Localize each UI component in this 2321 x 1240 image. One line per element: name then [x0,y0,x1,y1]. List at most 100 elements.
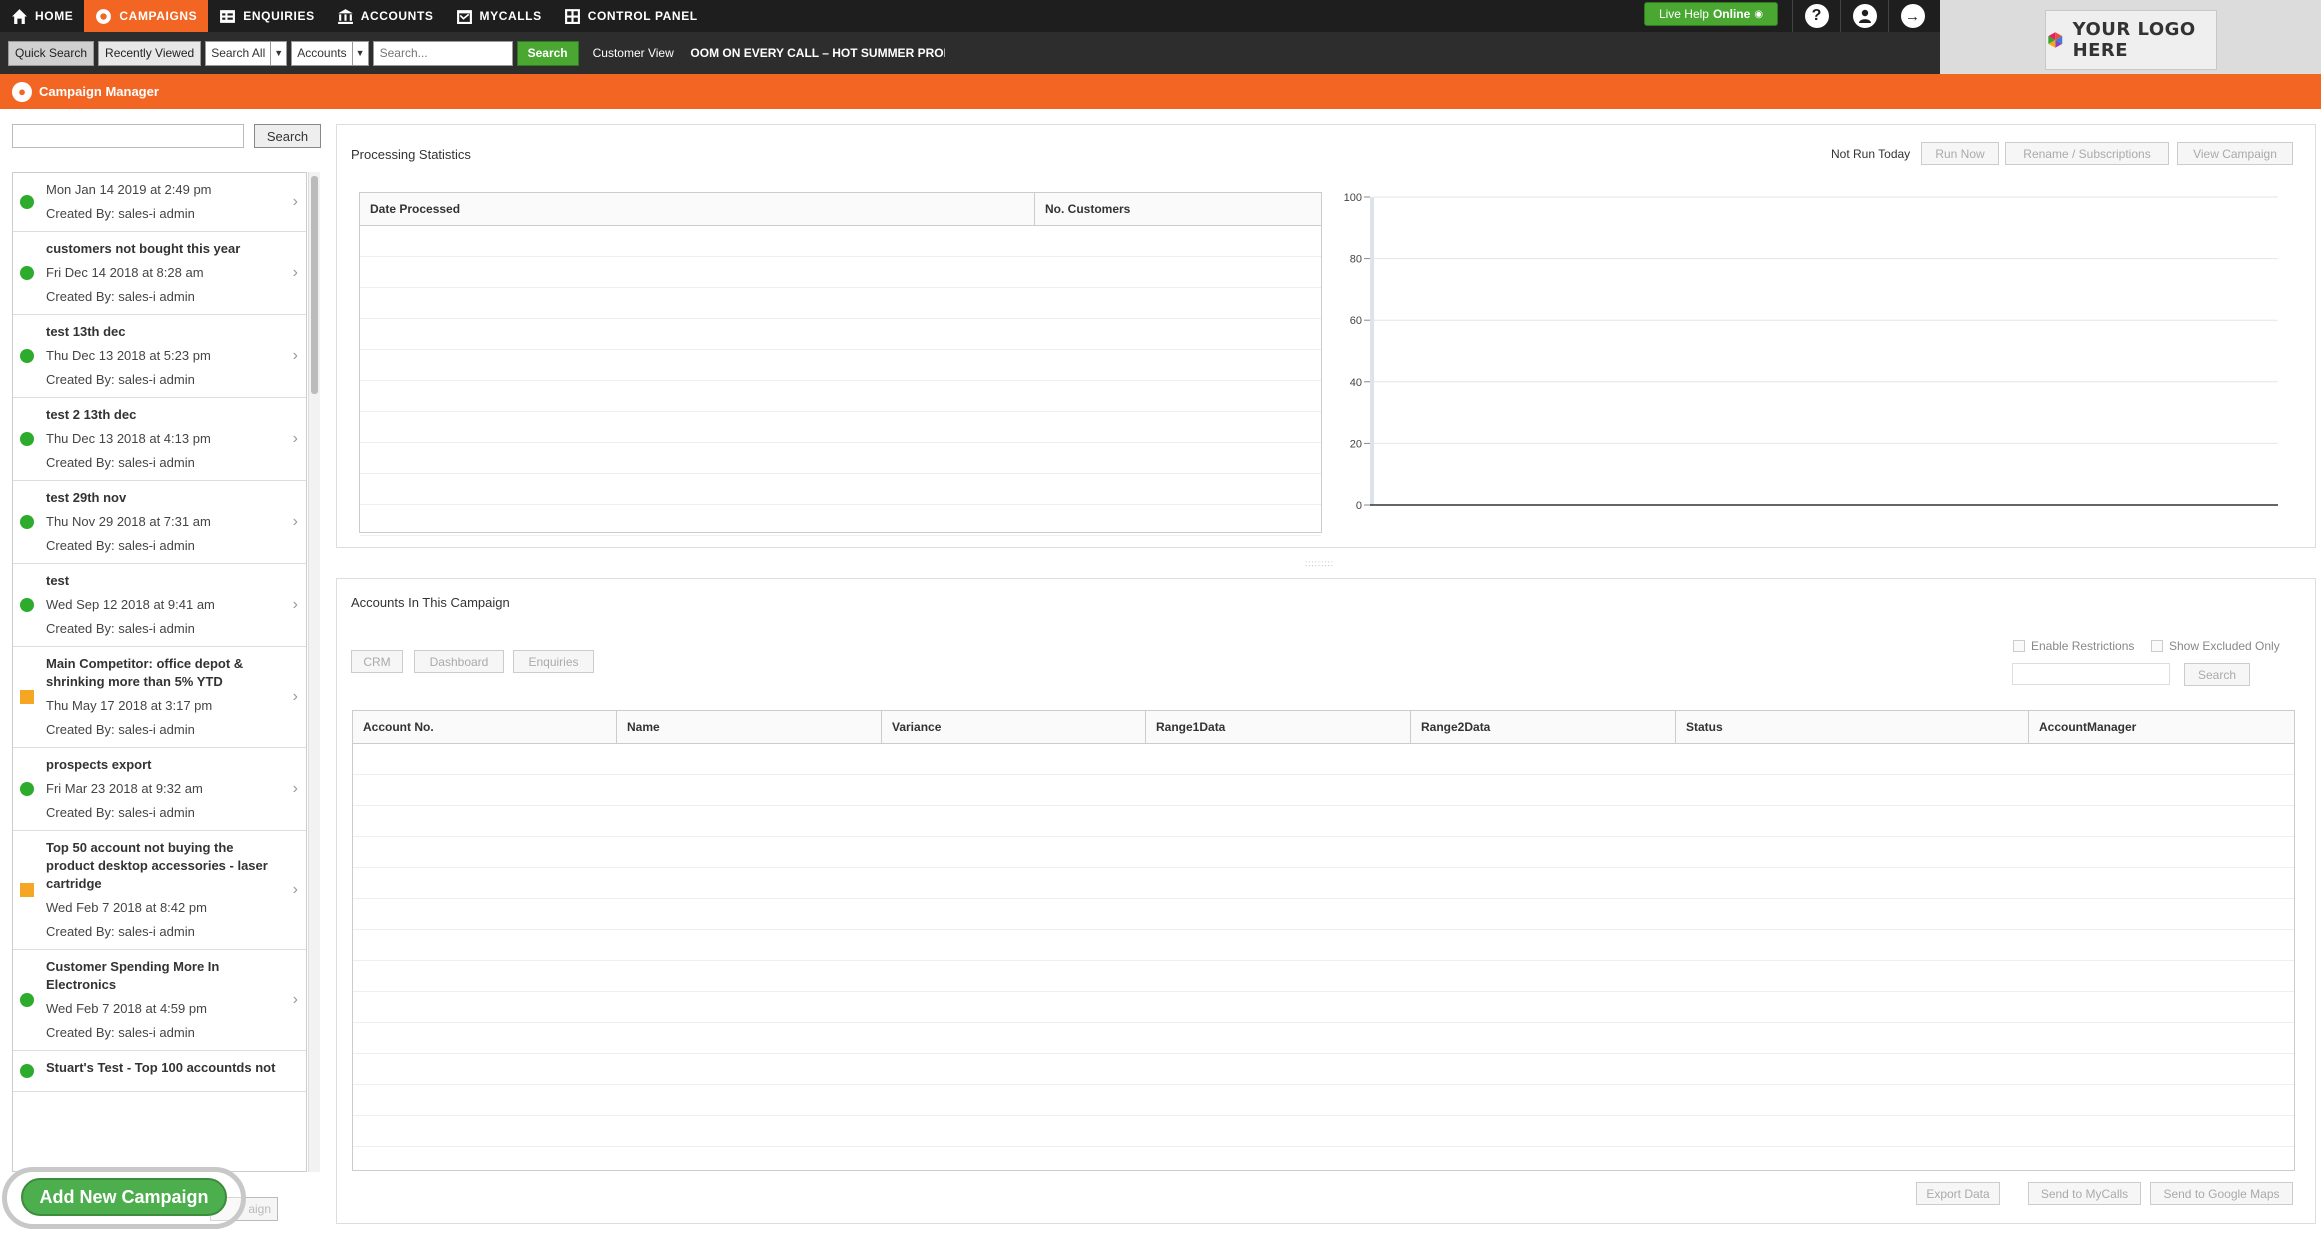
bank-icon [337,8,353,24]
show-excluded-toggle[interactable]: Show Excluded Only [2151,639,2280,653]
table-row [360,381,1321,412]
campaign-name: Top 50 account not buying the product de… [46,840,268,891]
quick-search-button[interactable]: Quick Search [8,40,95,66]
table-header: Date Processed No. Customers [360,193,1321,226]
campaign-created-by: Created By: sales-i admin [46,372,195,387]
nav-control-panel[interactable]: CONTROL PANEL [553,0,709,32]
send-to-google-maps-button[interactable]: Send to Google Maps [2150,1182,2293,1205]
processing-statistics-panel: Processing Statistics Not Run Today Run … [336,124,2316,548]
live-help-button[interactable]: Live Help Online ◉ [1644,2,1778,26]
show-excluded-label: Show Excluded Only [2169,639,2280,653]
logo-mark-icon [2048,32,2063,48]
table-row [353,930,2294,961]
column-header[interactable]: Account No. [353,711,617,743]
enable-restrictions-toggle[interactable]: Enable Restrictions [2013,639,2134,653]
column-header[interactable]: Name [617,711,882,743]
campaign-list-item[interactable]: test 13th dec Thu Dec 13 2018 at 5:23 pm C… [13,315,306,398]
search-type-select[interactable]: Accounts ▼ [291,40,369,66]
view-campaign-button[interactable]: View Campaign [2177,142,2293,165]
help-button[interactable]: ? [1792,0,1840,32]
user-button[interactable] [1840,0,1888,32]
campaign-created-by: Created By: sales-i admin [46,289,195,304]
global-search-button[interactable]: Search [516,40,579,66]
active-status-icon [20,782,34,796]
global-search-input[interactable] [372,40,513,66]
table-row [360,412,1321,443]
campaign-list-item[interactable]: test 2 13th dec Thu Dec 13 2018 at 4:13 p… [13,398,306,481]
accounts-in-campaign-panel: Accounts In This Campaign CRM Dashboard … [336,578,2316,1224]
rename-subscriptions-button[interactable]: Rename / Subscriptions [2005,142,2169,165]
table-icon [220,9,236,23]
y-tick-label: 60 [1350,315,1362,327]
campaign-list-item[interactable]: Top 50 account not buying the product de… [13,831,306,950]
campaign-list-item[interactable]: Stuart's Test - Top 100 accountds not [13,1051,306,1092]
show-excluded-checkbox[interactable] [2151,640,2163,652]
send-to-mycalls-button[interactable]: Send to MyCalls [2028,1182,2141,1205]
warning-status-icon [20,883,34,897]
customer-view-link[interactable]: Customer View [593,46,674,60]
grid-icon [564,8,580,24]
campaign-list-item[interactable]: test 29th nov Thu Nov 29 2018 at 7:31 am C… [13,481,306,564]
column-header[interactable]: Date Processed [360,193,1035,225]
campaign-search-input[interactable] [12,124,244,148]
table-row [353,1116,2294,1147]
nav-campaigns[interactable]: CAMPAIGNS [84,0,209,32]
table-row [353,775,2294,806]
crm-button[interactable]: CRM [351,650,403,673]
campaign-name: test 13th dec [46,324,126,339]
nav-mycalls[interactable]: MYCALLS [445,0,553,32]
logout-button[interactable]: → [1888,0,1936,32]
column-header[interactable]: Range1Data [1146,711,1411,743]
campaign-list-item[interactable]: test Wed Sep 12 2018 at 9:41 am Created By… [13,564,306,647]
campaign-icon [96,8,112,24]
table-row [353,961,2294,992]
column-header[interactable]: Range2Data [1411,711,1676,743]
enable-restrictions-checkbox[interactable] [2013,640,2025,652]
nav-enquiries-label: ENQUIRIES [243,9,315,23]
column-header[interactable]: Variance [882,711,1146,743]
table-row [353,1085,2294,1116]
online-indicator-icon: ◉ [1754,8,1764,20]
column-header[interactable]: AccountManager [2029,711,2294,743]
table-body [360,226,1321,536]
table-row [353,868,2294,899]
table-row [353,744,2294,775]
enquiries-button[interactable]: Enquiries [513,650,594,673]
nav-home[interactable]: HOME [0,0,84,32]
chevron-right-icon: › [292,881,298,898]
column-header[interactable]: No. Customers [1035,193,1321,225]
campaign-list[interactable]: Mon Jan 14 2019 at 2:49 pm Created By: sa… [12,172,307,1172]
enable-restrictions-label: Enable Restrictions [2031,639,2135,653]
campaign-date: Wed Sep 12 2018 at 9:41 am [46,597,215,612]
nav-accounts[interactable]: ACCOUNTS [326,0,445,32]
accounts-search-button[interactable]: Search [2184,663,2250,686]
chevron-right-icon: › [292,991,298,1008]
campaign-list-item[interactable]: prospects export Fri Mar 23 2018 at 9:32 … [13,748,306,831]
accounts-table: Account No. Name Variance Range1Data Ran… [352,710,2295,1171]
campaign-list-item[interactable]: Customer Spending More In Electronics Wed… [13,950,306,1051]
dashboard-button[interactable]: Dashboard [414,650,504,673]
processing-statistics-table: Date Processed No. Customers [359,192,1322,536]
search-scope-select[interactable]: Search All ▼ [205,40,288,66]
calendar-icon [456,9,472,24]
active-status-icon [20,598,34,612]
y-tick-label: 40 [1350,377,1362,389]
nav-enquiries[interactable]: ENQUIRIES [208,0,325,32]
campaign-list-item[interactable]: Main Competitor: office depot & shrinkin… [13,647,306,748]
campaign-list-scrollbar[interactable] [308,172,320,1172]
panel-splitter-handle[interactable]: ::::::::: [1305,560,1339,568]
add-new-campaign-button[interactable]: Add New Campaign [21,1178,227,1216]
campaign-list-item[interactable]: Mon Jan 14 2019 at 2:49 pm Created By: sa… [13,173,306,232]
active-status-icon [20,1064,34,1078]
processing-chart: 0 20 40 60 80 100 [1344,192,2278,512]
company-logo: YOUR LOGO HERE [2045,10,2217,70]
logo-text: YOUR LOGO HERE [2072,19,2196,61]
scrollbar-thumb[interactable] [311,176,318,394]
column-header[interactable]: Status [1676,711,2029,743]
campaign-search-button[interactable]: Search [254,124,321,148]
export-data-button[interactable]: Export Data [1916,1182,2000,1205]
run-now-button[interactable]: Run Now [1921,142,1999,165]
recently-viewed-button[interactable]: Recently Viewed [98,40,202,66]
accounts-filter-input[interactable] [2012,663,2170,685]
campaign-list-item[interactable]: customers not bought this year Fri Dec 14… [13,232,306,315]
